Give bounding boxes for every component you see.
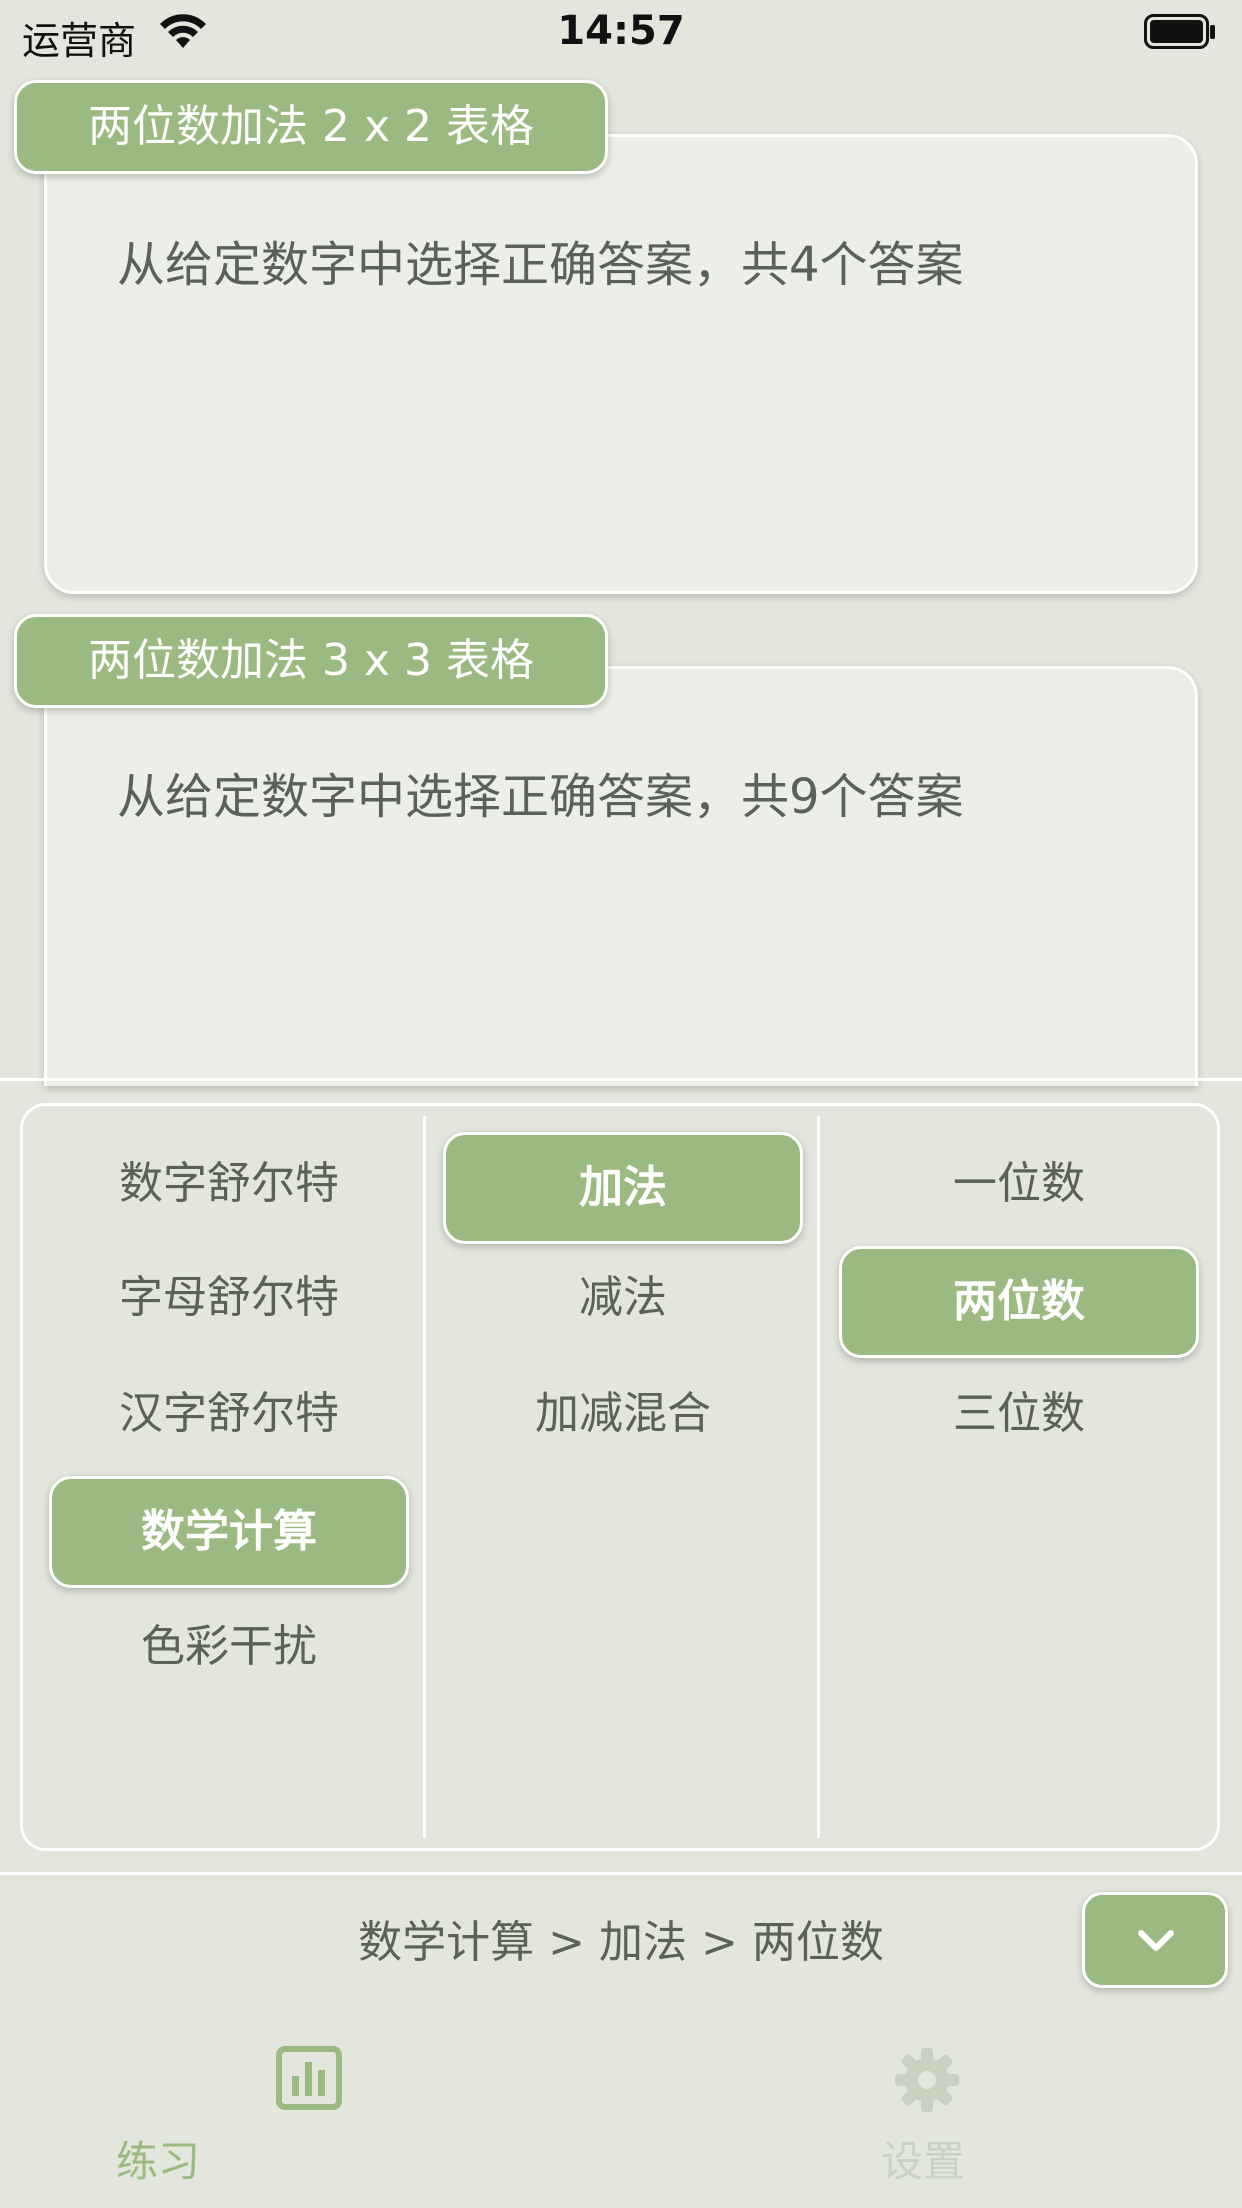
panel-divider [0,1078,1242,1081]
picker-item-number-schulte[interactable]: 数字舒尔特 [49,1128,409,1240]
card-description: 从给定数字中选择正确答案，共4个答案 [117,237,964,293]
category-picker: 数字舒尔特 字母舒尔特 汉字舒尔特 数学计算 色彩干扰 加法 减法 加减混合 一… [20,1103,1220,1851]
tab-settings[interactable]: 设置 [621,2016,1242,2208]
card-title-2x2[interactable]: 两位数加法 2 x 2 表格 [14,80,608,174]
tab-label-settings: 设置 [880,2137,965,2186]
clock: 14:57 [557,8,685,54]
column-separator [817,1116,820,1838]
battery-icon [1144,14,1215,49]
picker-item-two-digit[interactable]: 两位数 [839,1246,1199,1358]
picker-item-addition[interactable]: 加法 [443,1132,803,1244]
breadcrumb-divider [0,1872,1242,1875]
chevron-down-icon [1138,1930,1174,1951]
bar-chart-icon [276,2046,342,2110]
exercise-card-2x2[interactable]: 从给定数字中选择正确答案，共4个答案 [44,134,1198,594]
tab-practice[interactable]: 练习 [0,2016,621,2208]
collapse-picker-button[interactable] [1082,1892,1228,1988]
tab-bar: 练习 设置 [0,2016,1242,2208]
picker-item-subtraction[interactable]: 减法 [443,1242,803,1354]
picker-item-letter-schulte[interactable]: 字母舒尔特 [49,1242,409,1354]
breadcrumb: 数学计算 > 加法 > 两位数 [358,1917,884,1968]
card-title-3x3[interactable]: 两位数加法 3 x 3 表格 [14,614,608,708]
picker-item-three-digit[interactable]: 三位数 [839,1358,1199,1470]
column-separator [423,1116,426,1838]
picker-item-mixed[interactable]: 加减混合 [443,1358,803,1470]
picker-item-one-digit[interactable]: 一位数 [839,1128,1199,1240]
picker-item-hanzi-schulte[interactable]: 汉字舒尔特 [49,1358,409,1470]
gear-icon [895,2048,959,2112]
card-description: 从给定数字中选择正确答案，共9个答案 [117,769,964,825]
exercise-card-3x3[interactable]: 从给定数字中选择正确答案，共9个答案 [44,666,1198,1086]
picker-item-math-calc[interactable]: 数学计算 [49,1476,409,1588]
tab-label-practice: 练习 [115,2137,200,2186]
picker-item-color-interference[interactable]: 色彩干扰 [49,1591,409,1703]
status-bar: 运营商 14:57 [0,0,1242,66]
